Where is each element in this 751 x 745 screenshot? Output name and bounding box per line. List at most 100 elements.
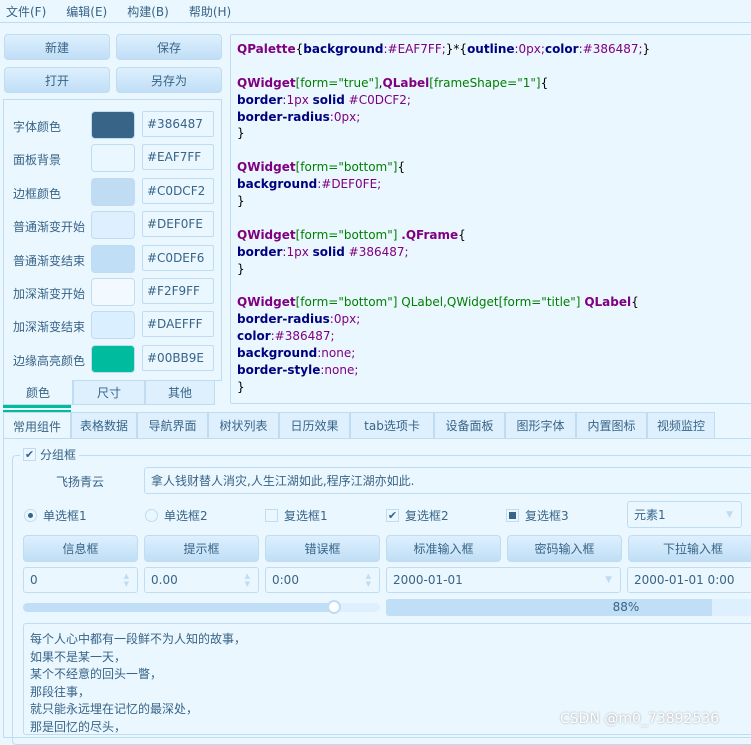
group-box-title[interactable]: ✔ 分组框 [20,446,80,463]
action-button[interactable]: 错误框 [265,535,380,562]
main-tab[interactable]: 内置图标 [576,412,647,439]
datetime-edit[interactable]: 2000-01-01 0:00 [627,567,751,593]
action-button[interactable]: 标准输入框 [386,535,501,562]
color-swatch[interactable] [91,144,135,173]
radio-1[interactable]: 单选框1 [24,507,87,524]
color-hex-input[interactable]: #00BB9E [142,344,214,371]
color-label: 字体颜色 [13,120,62,134]
main-tab[interactable]: 日历效果 [279,412,350,439]
action-button[interactable]: 提示框 [144,535,259,562]
tab-other[interactable]: 其他 [145,380,215,405]
color-row: 加深渐变结束 #DAEFFF [4,311,219,340]
time-edit[interactable]: 0:00 ▲ ▼ [265,567,380,593]
checkbox-2-label: 复选框2 [405,509,449,523]
menu-bar: 文件(F) 编辑(E) 构建(B) 帮助(H) [0,0,751,23]
color-hex-input[interactable]: #F2F9FF [142,278,214,304]
color-hex-input[interactable]: #DEF0FE [142,211,214,238]
menu-build[interactable]: 构建(B) [127,3,169,20]
menu-file[interactable]: 文件(F) [6,3,46,20]
line-edit[interactable]: 拿人钱财替人消灾,人生江湖如此,程序江湖亦如此. [144,467,751,494]
menu-edit[interactable]: 编辑(E) [66,3,107,20]
spin-arrows-icon[interactable]: ▲ ▼ [245,572,250,588]
tab-size[interactable]: 尺寸 [73,380,145,405]
action-button[interactable]: 信息框 [23,535,138,562]
code-line: border-style:none; [237,362,748,379]
int-spinbox[interactable]: 0 ▲ ▼ [23,567,138,593]
color-swatch[interactable] [91,278,135,306]
code-token: border [237,92,283,107]
color-swatch[interactable] [91,177,135,206]
code-token: QWidget [237,75,296,90]
code-token: :#386487; [270,329,335,344]
checkbox-unchecked-icon [265,509,278,522]
main-tab[interactable]: 图形字体 [505,412,576,439]
spin-arrows-icon[interactable]: ▲ ▼ [124,572,129,588]
code-token: :0px; [514,42,545,56]
main-tab[interactable]: 表格数据 [71,412,137,439]
code-token: } [237,261,245,276]
element-combobox[interactable]: 元素1 ▼ [627,501,742,528]
checkbox-2[interactable]: ✔ 复选框2 [386,507,449,524]
main-tab[interactable]: 视频监控 [647,412,715,439]
slider-handle[interactable] [326,600,341,614]
open-button[interactable]: 打开 [4,67,110,93]
code-token: [frameShape="1"] [429,75,541,90]
radio-2[interactable]: 单选框2 [145,507,208,524]
date-edit[interactable]: 2000-01-01 ▼ [386,567,621,593]
color-swatch[interactable] [91,311,135,340]
code-token: :0px; [329,109,361,124]
color-hex-input[interactable]: #386487 [142,111,214,137]
code-token: QWidget [237,227,296,242]
chevron-down-icon[interactable]: ▼ [605,575,612,585]
color-swatch[interactable] [91,211,135,240]
main-tab[interactable]: 树状列表 [208,412,279,439]
color-label: 面板背景 [13,153,62,168]
checkbox-1[interactable]: 复选框1 [265,507,328,524]
code-line: border:1px solid #C0DCF2; [237,92,748,109]
checkbox-3[interactable]: 复选框3 [506,507,569,524]
double-spinbox[interactable]: 0.00 ▲ ▼ [144,567,259,593]
color-hex-input[interactable]: #C0DCF2 [142,177,214,204]
stylesheet-editor[interactable]: QPalette{background:#EAF7FF;}*{outline:0… [230,34,751,404]
code-line: border:1px solid #386487; [237,244,748,261]
group-checkbox-icon[interactable]: ✔ [23,448,36,461]
color-hex-input[interactable]: #DAEFFF [142,311,214,338]
code-token: QLabel [382,75,430,90]
spin-arrows-icon[interactable]: ▲ ▼ [366,572,371,588]
code-token: { [458,227,466,242]
save-as-button[interactable]: 另存为 [116,67,222,93]
slider[interactable] [23,600,380,614]
slider-fill [23,603,334,612]
action-button[interactable]: 下拉输入框 [628,535,751,562]
code-token: :none; [317,346,356,361]
color-label: 加深渐变开始 [13,287,86,301]
color-hex-input[interactable]: #C0DEF6 [142,244,214,271]
color-row: 边框颜色 #C0DCF2 [4,177,219,206]
code-token: :none; [320,362,359,377]
color-swatch[interactable] [91,344,135,373]
action-button[interactable]: 密码输入框 [507,535,622,562]
code-line: } [237,193,748,210]
code-token: .QFrame [401,227,459,242]
code-line: } [237,379,748,396]
main-tab[interactable]: 设备面板 [434,412,505,439]
radio-unchecked-icon [145,509,158,522]
code-token: [form="true"] [295,75,379,90]
code-token: solid [312,92,345,107]
main-tab[interactable]: tab选项卡 [350,412,434,439]
radio-2-label: 单选框2 [164,509,208,523]
color-hex-input[interactable]: #EAF7FF [142,144,214,171]
code-token: :#DEF0FE; [317,177,382,192]
main-tab[interactable]: 导航界面 [137,412,208,439]
save-button[interactable]: 保存 [116,34,222,60]
code-token: border-radius [237,109,330,124]
color-row: 加深渐变开始 #F2F9FF [4,278,219,306]
color-swatch[interactable] [91,244,135,273]
code-token: QLabel [584,295,632,310]
color-swatch[interactable] [91,111,135,139]
menu-help[interactable]: 帮助(H) [189,3,231,20]
new-button[interactable]: 新建 [4,34,110,60]
main-tab[interactable]: 常用组件 [3,412,71,439]
tab-color[interactable]: 颜色 [3,380,73,405]
checkbox-3-label: 复选框3 [525,509,569,523]
